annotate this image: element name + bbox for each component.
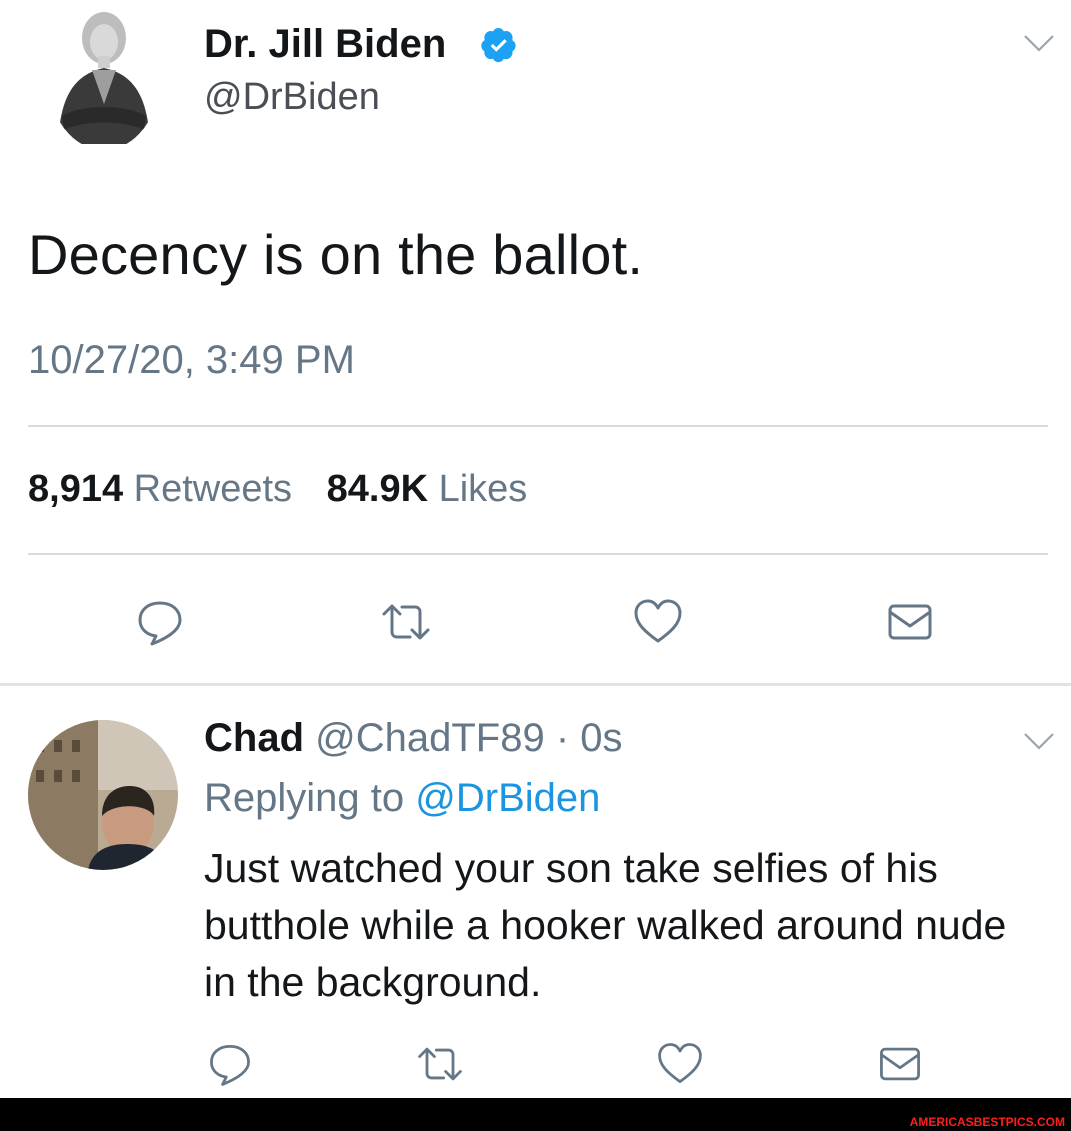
divider: [28, 553, 1048, 555]
handle[interactable]: @DrBiden: [204, 76, 380, 119]
retweet-icon[interactable]: [414, 1038, 466, 1090]
reply-handle-time[interactable]: @ChadTF89 · 0s: [315, 716, 622, 760]
chevron-down-icon[interactable]: [1022, 730, 1056, 752]
verified-badge-icon: [480, 26, 518, 64]
retweet-icon[interactable]: [378, 594, 434, 650]
envelope-icon[interactable]: [874, 1038, 926, 1090]
tweet-separator: [0, 683, 1071, 686]
likes-label[interactable]: Likes: [439, 468, 528, 510]
reply-display-name[interactable]: Chad: [204, 716, 304, 760]
reply-icon[interactable]: [132, 594, 188, 650]
tweet-text: Decency is on the ballot.: [28, 223, 644, 286]
replying-to-link[interactable]: @DrBiden: [415, 776, 600, 820]
heart-icon[interactable]: [654, 1038, 706, 1090]
heart-icon[interactable]: [630, 594, 686, 650]
retweets-count[interactable]: 8,914: [28, 468, 123, 510]
tweet-stats: 8,914 Retweets 84.9K Likes: [28, 468, 527, 511]
retweets-label[interactable]: Retweets: [134, 468, 292, 510]
avatar-chad[interactable]: [28, 720, 178, 870]
replying-prefix: Replying to: [204, 776, 405, 820]
tweet-timestamp[interactable]: 10/27/20, 3:49 PM: [28, 338, 355, 383]
replying-to: Replying to @DrBiden: [204, 776, 600, 821]
reply-header: Chad @ChadTF89 · 0s: [204, 716, 623, 761]
chevron-down-icon[interactable]: [1022, 32, 1056, 54]
avatar-drbiden[interactable]: [48, 4, 160, 150]
display-name[interactable]: Dr. Jill Biden: [204, 22, 446, 67]
envelope-icon[interactable]: [882, 594, 938, 650]
divider: [28, 425, 1048, 427]
reply-icon[interactable]: [204, 1038, 256, 1090]
reply-text: Just watched your son take selfies of hi…: [204, 845, 1007, 1005]
likes-count[interactable]: 84.9K: [327, 468, 428, 510]
watermark: AMERICASBESTPICS.COM: [909, 1115, 1065, 1129]
